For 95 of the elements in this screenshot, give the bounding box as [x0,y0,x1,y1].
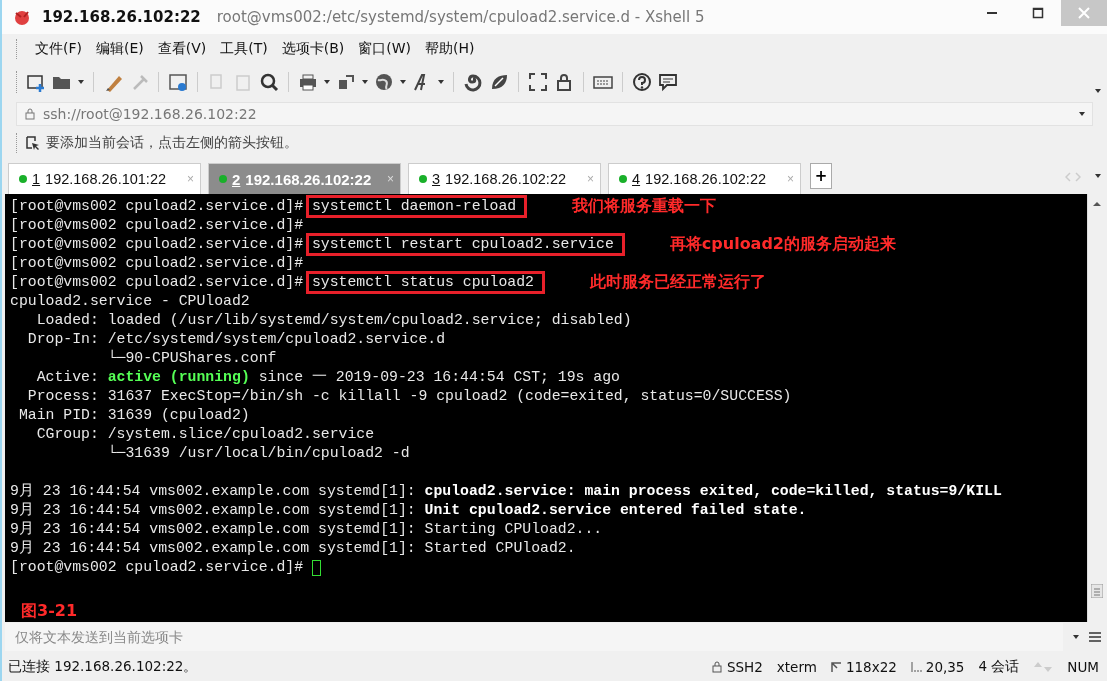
status-item: SSH2 [726,658,763,675]
chat-icon[interactable] [658,71,678,92]
terminal-text: Process: 31637 ExecStop=/bin/sh -c killall -9 cpuload2 (code=exited, status=0/SUCCESS) [26,387,792,406]
terminal-text: since 一 2019-09-23 16:44:54 CST; 19s ago [257,368,620,387]
scroll-up-icon[interactable] [1092,200,1102,208]
terminal-screen[interactable] [5,194,1087,622]
terminal-text: 9月 23 16:44:54 vms002.example.com systemd[1]: [10,482,417,501]
tab-label: 192.168.26.102:22 [645,171,767,187]
dropdown-caret-icon[interactable] [400,79,406,84]
toolbar-overflow-icon[interactable] [1095,89,1101,93]
status-dot [19,175,27,183]
terminal-text: Drop-In: /etc/systemd/system/cpuload2.service.d [26,330,446,349]
status-item: 118x22 [845,658,897,675]
dropdown-caret-icon[interactable] [1079,111,1085,116]
lock-icon[interactable] [554,71,574,92]
terminal-text: Loaded: loaded (/usr/lib/systemd/system/cpuload2.service; disabled) [35,311,632,330]
fullscreen-icon[interactable] [528,71,548,92]
new-tab-button[interactable]: + [810,163,832,189]
scroll-arrows-icon [1033,660,1054,673]
figure-label: 图3-21 [21,601,78,622]
resize-icon [830,660,842,673]
minimize-icon [987,12,997,14]
address-field[interactable]: ssh://root@192.168.26.102:22 [16,101,1093,126]
status-item: 4 会话 [978,657,1020,676]
session-tab[interactable]: 1 192.168.26.101:22 × [8,163,201,194]
connection-status: 已连接 192.168.26.102:22。 [8,657,198,676]
menu-item[interactable]: 帮助(H) [418,37,482,61]
tab-label: 192.168.26.101:22 [45,171,167,187]
terminal-text: └─31639 /usr/local/bin/cpuload2 -d [106,444,410,463]
scroll-thumb-icon[interactable] [1091,584,1103,598]
status-item: NUM [1067,658,1099,675]
menu-icon[interactable] [1089,632,1101,642]
terminal-text: Unit cpuload2.service entered failed state. [424,501,807,520]
session-tab[interactable]: 3 192.168.26.102:22 × [408,163,601,194]
terminal-text: 9月 23 16:44:54 vms002.example.com systemd[1]: Starting CPUload2... [10,520,603,539]
status-item: 20,35 [925,658,965,675]
terminal-text: [root@vms002 cpuload2.service.d]# [10,216,304,235]
terminal-text: [root@vms002 cpuload2.service.d]# [10,235,305,254]
status-dot [219,175,227,183]
help-icon[interactable] [632,71,652,92]
send-text-field[interactable]: 仅将文本发送到当前选项卡 [5,623,1063,651]
menu-item[interactable]: 编辑(E) [89,37,151,61]
menu-item[interactable]: 查看(V) [150,37,214,61]
menu-item[interactable]: 工具(T) [213,37,275,61]
annotation-note: 我们将服务重载一下 [572,196,717,217]
dropdown-caret-icon[interactable] [324,79,330,84]
terminal-text: 9月 23 16:44:54 vms002.example.com systemd[1]: Started CPUload2. [10,539,576,558]
tab-number: 4 [632,171,641,187]
session-tab[interactable]: 4 192.168.26.102:22 × [608,163,801,194]
tab-list-caret-icon[interactable] [1095,174,1101,178]
tab-label: 192.168.26.102:22 [445,171,567,187]
menu-item[interactable]: 选项卡(B) [274,37,352,61]
tab-number: 2 [232,170,241,188]
highlighted-command: systemctl status cpuload2 [308,274,542,291]
terminal-text: 9月 23 16:44:54 vms002.example.com systemd[1]: [10,501,417,520]
close-icon [1078,7,1090,19]
maximize-icon [1032,7,1044,19]
dropdown-caret-icon[interactable] [1073,635,1079,639]
window-title-host: 192.168.26.102:22 [42,8,201,26]
terminal-text: [root@vms002 cpuload2.service.d]# [10,558,305,577]
terminal-text: Active: [35,368,100,387]
hint-text: 要添加当前会话，点击左侧的箭头按钮。 [46,134,298,152]
printer-icon[interactable] [298,71,318,92]
status-dot [619,175,627,183]
terminal-text: Main PID: 31639 (cpuload2) [17,406,250,425]
status-item: xterm [776,658,817,675]
highlighted-command: systemctl daemon-reload [308,198,525,215]
settings-icon[interactable] [168,71,188,92]
search-icon[interactable] [259,71,279,92]
tab-number: 3 [432,171,441,187]
terminal-text: └─90-CPUShares.conf [106,349,277,368]
globe-icon[interactable] [374,71,394,92]
terminal-text: [root@vms002 cpuload2.service.d]# [10,273,305,292]
lock-icon [711,660,723,673]
tab-label: 192.168.26.102:22 [245,170,372,188]
terminal-text: active (running) [107,368,250,387]
cursor-position-icon [910,660,922,673]
dropdown-caret-icon[interactable] [438,79,444,84]
window-title: root@vms002:/etc/systemd/system/cpuload2.service.d - Xshell 5 [216,8,705,26]
terminal-text: [root@vms002 cpuload2.service.d]# [10,254,304,273]
dropdown-caret-icon[interactable] [78,79,84,84]
add-session-arrow-icon [26,135,40,151]
terminal-text: cpuload2.service: main process exited, code=killed, status=9/KILL [424,482,1002,501]
terminal-text: [root@vms002 cpuload2.service.d]# [10,197,305,216]
annotation-note: 再将cpuload2的服务启动起来 [669,234,896,255]
terminal-text: CGroup: /system.slice/cpuload2.service [35,425,375,444]
status-dot [419,175,427,183]
lock-icon [25,107,35,120]
highlighted-command: systemctl restart cpuload2.service [308,236,622,253]
tab-number: 1 [32,171,41,187]
annotation-note: 此时服务已经正常运行了 [589,272,766,293]
dropdown-caret-icon[interactable] [362,79,368,84]
menu-item[interactable]: 窗口(W) [351,37,419,61]
terminal-text: cpuload2.service - CPUload2 [10,292,250,311]
menu-item[interactable]: 文件(F) [28,37,89,61]
